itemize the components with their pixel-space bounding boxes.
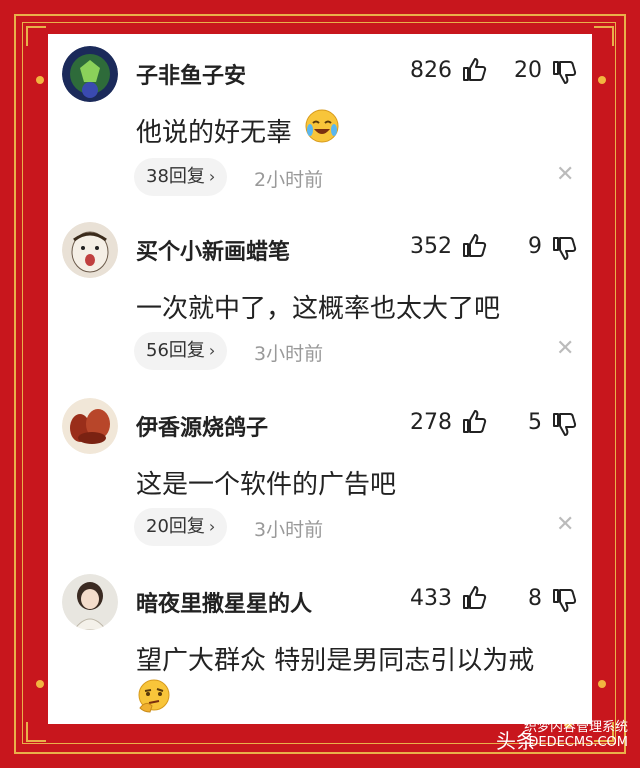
close-icon[interactable]: ✕ — [556, 162, 574, 187]
thumbs-up-icon[interactable] — [460, 56, 488, 84]
chevron-right-icon: › — [208, 341, 216, 360]
comment-text: 这是一个软件的广告吧 — [136, 470, 397, 500]
gold-dot — [598, 680, 606, 688]
username[interactable]: 买个小新画蜡笔 — [136, 234, 290, 266]
comment-text: 一次就中了，这概率也太大了吧 — [136, 294, 501, 324]
close-icon[interactable]: ✕ — [556, 336, 574, 361]
comment-list: 子非鱼子安 826 20 他说的好无辜 38回复 › 2小时前 ✕ 买个小新画蜡笔… — [48, 34, 592, 724]
thumbs-up-icon[interactable] — [460, 408, 488, 436]
dislike-count: 5 — [528, 410, 542, 435]
corner-ornament — [26, 26, 46, 46]
gold-dot — [598, 76, 606, 84]
like-count: 826 — [410, 58, 452, 83]
timestamp: 3小时前 — [254, 343, 324, 365]
thumbs-up-icon[interactable] — [460, 232, 488, 260]
comment-text: 望广大群众 特别是男同志引以为戒 — [136, 646, 535, 676]
like-count: 433 — [410, 586, 452, 611]
reply-button[interactable]: 20回复 › — [134, 508, 228, 546]
timestamp: 3小时前 — [254, 519, 324, 541]
avatar[interactable] — [62, 398, 118, 454]
dislike-count: 20 — [514, 58, 542, 83]
avatar[interactable] — [62, 574, 118, 630]
dislike-count: 8 — [528, 586, 542, 611]
thumbs-down-icon[interactable] — [550, 410, 578, 438]
thumbs-down-icon[interactable] — [550, 586, 578, 614]
chevron-right-icon: › — [208, 167, 216, 186]
thinking-emoji-icon — [138, 679, 170, 713]
watermark-line1: 织梦内容管理系统 — [523, 720, 628, 735]
avatar[interactable] — [62, 222, 118, 278]
gold-dot — [36, 680, 44, 688]
like-count: 352 — [410, 234, 452, 259]
reply-button[interactable]: 56回复 › — [134, 332, 228, 370]
close-icon[interactable]: ✕ — [556, 512, 574, 537]
username[interactable]: 子非鱼子安 — [136, 58, 246, 90]
dislike-count: 9 — [528, 234, 542, 259]
gold-dot — [36, 76, 44, 84]
avatar[interactable] — [62, 46, 118, 102]
reply-count: 38回复 — [146, 166, 205, 187]
reply-button[interactable]: 38回复 › — [134, 158, 228, 196]
thumbs-up-icon[interactable] — [460, 584, 488, 612]
thumbs-down-icon[interactable] — [550, 234, 578, 262]
crying-laughing-emoji-icon — [305, 109, 339, 143]
like-count: 278 — [410, 410, 452, 435]
thumbs-down-icon[interactable] — [550, 58, 578, 86]
chevron-right-icon: › — [208, 517, 216, 536]
reply-count: 56回复 — [146, 340, 205, 361]
watermark: 织梦内容管理系统 DEDECMS.COM — [524, 720, 628, 750]
timestamp: 2小时前 — [254, 169, 324, 191]
username[interactable]: 暗夜里撒星星的人 — [136, 586, 312, 618]
watermark-line2: DEDECMS.COM — [528, 735, 628, 750]
reply-count: 20回复 — [146, 516, 205, 537]
comment-text: 他说的好无辜 — [136, 118, 293, 148]
corner-ornament — [26, 722, 46, 742]
username[interactable]: 伊香源烧鸽子 — [136, 410, 268, 442]
corner-ornament — [594, 26, 614, 46]
